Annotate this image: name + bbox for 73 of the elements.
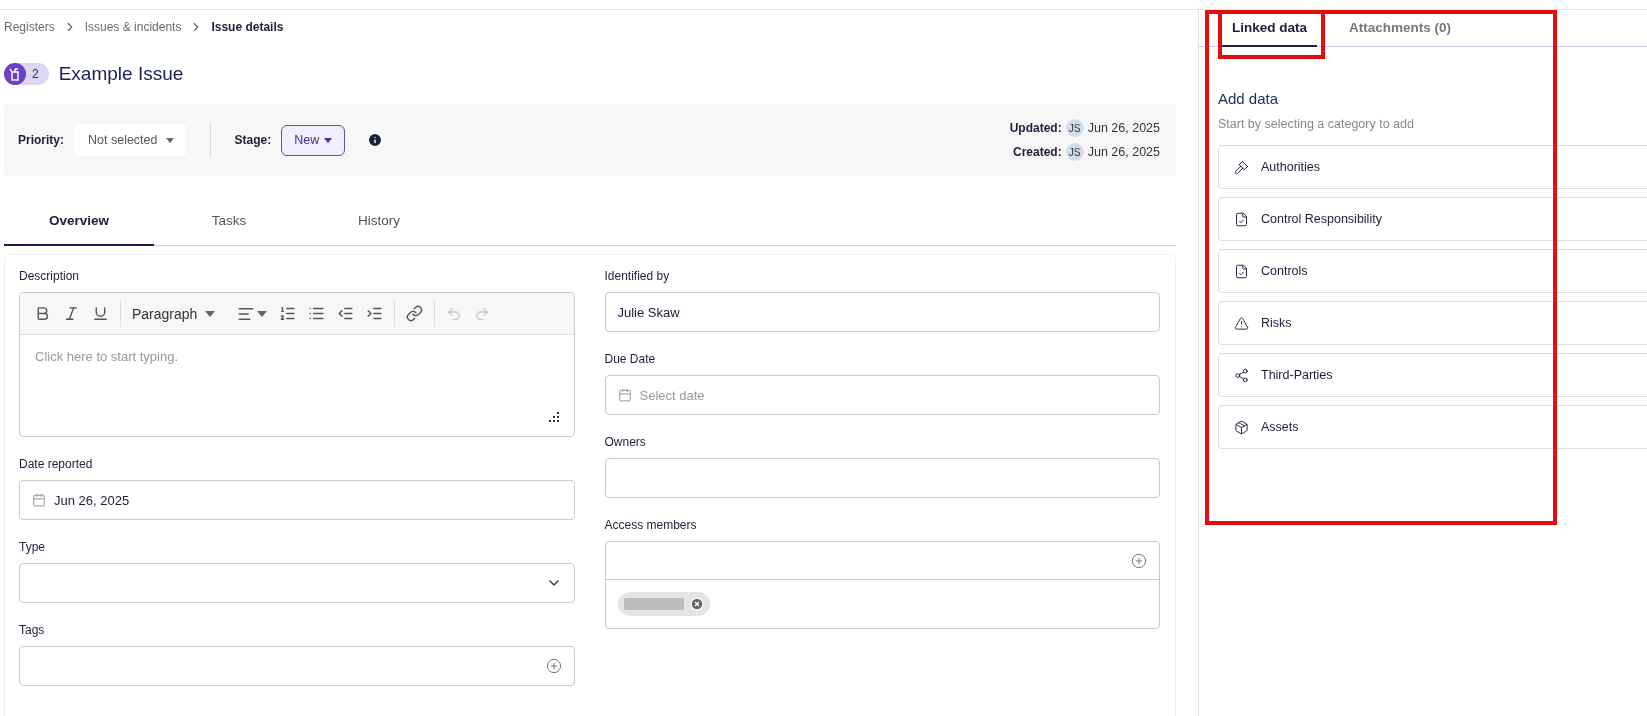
indent-icon bbox=[366, 305, 384, 322]
panel-tab[interactable]: Attachments (0) bbox=[1339, 10, 1462, 47]
tab[interactable]: Overview bbox=[4, 196, 154, 246]
add-icon[interactable] bbox=[1131, 552, 1147, 569]
undo-icon bbox=[446, 305, 463, 322]
paragraph-dropdown[interactable]: Paragraph bbox=[128, 301, 220, 326]
field-label: Due Date bbox=[604, 352, 657, 366]
tags-field[interactable] bbox=[19, 646, 575, 686]
select-field[interactable] bbox=[19, 563, 575, 603]
field-label: Type bbox=[19, 540, 46, 554]
calendar-icon bbox=[32, 493, 46, 507]
caret-icon bbox=[165, 137, 174, 143]
breadcrumb-link[interactable]: Registers bbox=[4, 20, 55, 34]
document-check-icon bbox=[1234, 211, 1249, 227]
user-avatar: JS bbox=[1065, 143, 1084, 161]
category-item[interactable]: Risks bbox=[1218, 301, 1647, 345]
field-label: Identified by bbox=[604, 269, 671, 283]
meta-label: Created: bbox=[1013, 145, 1062, 159]
members-field[interactable] bbox=[604, 541, 1160, 629]
link-icon bbox=[406, 305, 424, 322]
category-item[interactable]: Assets bbox=[1218, 405, 1647, 449]
outdent-icon bbox=[337, 305, 355, 322]
field-label: Description bbox=[19, 269, 81, 283]
resize-grip-icon[interactable] bbox=[548, 412, 559, 422]
field-label: Access members bbox=[604, 518, 698, 532]
issue-title: Example Issue bbox=[58, 63, 184, 85]
field-label: Owners bbox=[604, 435, 647, 449]
stage-dropdown[interactable]: New bbox=[281, 124, 346, 156]
italic-icon bbox=[63, 305, 80, 322]
category-item[interactable]: Authorities bbox=[1218, 145, 1647, 189]
tab[interactable]: Tasks bbox=[154, 196, 304, 246]
document-check-icon bbox=[1234, 263, 1249, 279]
category-item[interactable]: Third-Parties bbox=[1218, 353, 1647, 397]
panel-subtitle: Start by selecting a category to add bbox=[1218, 117, 1415, 131]
rich-text-editor[interactable]: Paragraph Click here to start typing. bbox=[19, 292, 575, 437]
text-field[interactable] bbox=[604, 458, 1160, 498]
meta-date: Jun 26, 2025 bbox=[1087, 145, 1160, 159]
user-avatar: JS bbox=[1065, 119, 1084, 137]
category-item[interactable]: Controls bbox=[1218, 249, 1647, 293]
meta-label: Updated: bbox=[1009, 121, 1062, 135]
caret-icon bbox=[324, 137, 333, 143]
info-icon[interactable] bbox=[367, 132, 384, 148]
remove-icon[interactable] bbox=[689, 597, 704, 611]
box-icon bbox=[1234, 419, 1249, 435]
tab[interactable]: History bbox=[304, 196, 454, 246]
field-label: Date reported bbox=[19, 457, 94, 471]
numbered-list-icon bbox=[279, 305, 297, 322]
editor-placeholder: Click here to start typing. bbox=[35, 349, 180, 364]
add-icon[interactable] bbox=[545, 658, 562, 674]
panel-title: Add data bbox=[1218, 90, 1280, 107]
warning-icon bbox=[1234, 315, 1249, 331]
panel-tab[interactable]: Linked data bbox=[1222, 10, 1317, 47]
date-field[interactable]: Jun 26, 2025 bbox=[19, 480, 575, 520]
breadcrumb-link[interactable]: Issues & incidents bbox=[84, 20, 182, 34]
text-field[interactable]: Julie Skaw bbox=[604, 292, 1160, 332]
extinguisher-icon bbox=[4, 63, 26, 85]
stage-label: Stage: bbox=[234, 133, 272, 147]
priority-label: Priority: bbox=[18, 133, 64, 147]
gavel-icon bbox=[1234, 159, 1249, 175]
bullet-list-icon bbox=[308, 305, 326, 322]
caret-icon bbox=[205, 310, 216, 317]
field-label: Tags bbox=[19, 623, 46, 637]
caret-icon bbox=[257, 310, 268, 317]
redacted-bar bbox=[623, 598, 684, 610]
breadcrumb-link[interactable]: Issue details bbox=[211, 20, 284, 34]
underline-icon bbox=[92, 305, 109, 322]
calendar-icon bbox=[617, 388, 632, 402]
priority-dropdown[interactable]: Not selected bbox=[74, 124, 186, 156]
redo-icon bbox=[474, 305, 491, 322]
category-item[interactable]: Control Responsibility bbox=[1218, 197, 1647, 241]
meta-date: Jun 26, 2025 bbox=[1087, 121, 1160, 135]
network-icon bbox=[1234, 367, 1249, 383]
issue-count-badge: 2 bbox=[4, 63, 49, 85]
